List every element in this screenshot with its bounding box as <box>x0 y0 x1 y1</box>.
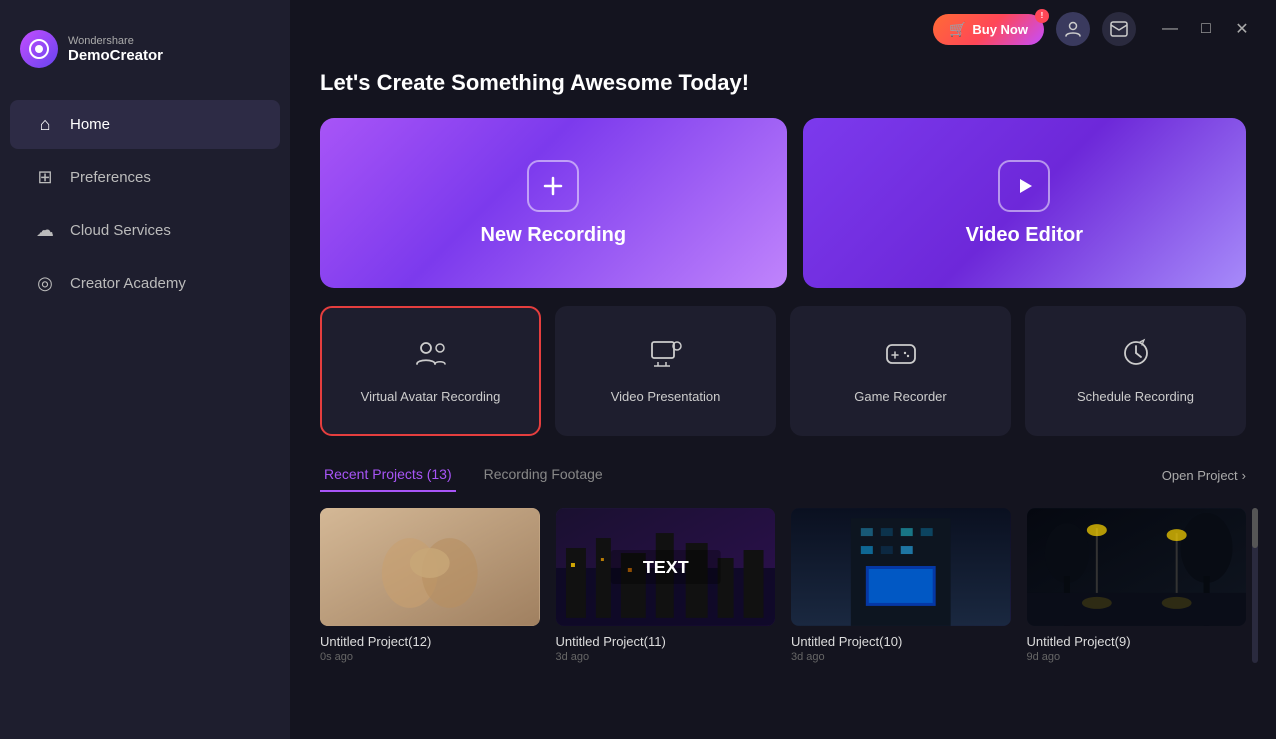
sidebar-label-preferences: Preferences <box>70 169 151 186</box>
user-account-button[interactable] <box>1056 12 1090 46</box>
video-editor-label: Video Editor <box>966 224 1083 247</box>
minimize-button[interactable]: — <box>1156 15 1184 43</box>
page-title: Let's Create Something Awesome Today! <box>320 70 1246 96</box>
schedule-recording-label: Schedule Recording <box>1077 389 1194 404</box>
maximize-button[interactable]: □ <box>1192 15 1220 43</box>
logo-area: Wondershare DemoCreator <box>0 20 290 98</box>
home-icon: ⌂ <box>34 114 56 135</box>
video-presentation-label: Video Presentation <box>611 389 721 404</box>
preferences-icon: ⊞ <box>34 167 56 188</box>
project-thumb-11: TEXT <box>556 508 776 626</box>
hero-cards: New Recording Video Editor <box>320 118 1246 288</box>
sidebar-item-preferences[interactable]: ⊞ Preferences <box>10 153 280 202</box>
project-name-12: Untitled Project(12) <box>320 634 540 649</box>
project-name-10: Untitled Project(10) <box>791 634 1011 649</box>
video-editor-icon <box>998 160 1050 212</box>
logo-icon <box>20 30 58 68</box>
project-card-10[interactable]: Untitled Project(10) 3d ago <box>791 508 1011 663</box>
sidebar-label-academy: Creator Academy <box>70 275 186 292</box>
sidebar-label-cloud: Cloud Services <box>70 222 171 239</box>
schedule-recording-card[interactable]: Schedule Recording <box>1025 306 1246 436</box>
project-card-9[interactable]: Untitled Project(9) 9d ago <box>1027 508 1247 663</box>
game-recorder-icon <box>883 338 919 375</box>
tab-recent-projects[interactable]: Recent Projects (13) <box>320 458 456 492</box>
project-thumb-10 <box>791 508 1011 626</box>
content-area: Let's Create Something Awesome Today! Ne… <box>290 50 1276 739</box>
topbar: 🛒 Buy Now ! — □ ✕ <box>913 0 1276 58</box>
virtual-avatar-icon <box>413 338 449 375</box>
game-recorder-label: Game Recorder <box>854 389 946 404</box>
project-thumb-9 <box>1027 508 1247 626</box>
cloud-icon: ☁ <box>34 220 56 241</box>
mail-button[interactable] <box>1102 12 1136 46</box>
schedule-recording-icon <box>1118 338 1154 375</box>
project-card-11[interactable]: TEXT Untitled Project(11) 3d ago <box>556 508 776 663</box>
virtual-avatar-card[interactable]: Virtual Avatar Recording <box>320 306 541 436</box>
window-controls: — □ ✕ <box>1156 15 1256 43</box>
project-thumb-12 <box>320 508 540 626</box>
open-project-link[interactable]: Open Project › <box>1162 468 1246 483</box>
sidebar-item-home[interactable]: ⌂ Home <box>10 100 280 149</box>
sidebar-label-home: Home <box>70 116 110 133</box>
new-recording-icon <box>527 160 579 212</box>
projects-scroll: Untitled Project(12) 0s ago <box>320 508 1246 663</box>
video-presentation-icon <box>648 338 684 375</box>
close-button[interactable]: ✕ <box>1228 15 1256 43</box>
logo-text: Wondershare DemoCreator <box>68 35 163 64</box>
buy-now-button[interactable]: 🛒 Buy Now ! <box>933 14 1044 45</box>
project-time-11: 3d ago <box>556 651 776 663</box>
project-time-9: 9d ago <box>1027 651 1247 663</box>
main-content: 🛒 Buy Now ! — □ ✕ Let's Create Something… <box>290 0 1276 739</box>
sidebar: Wondershare DemoCreator ⌂ Home ⊞ Prefere… <box>0 0 290 739</box>
virtual-avatar-label: Virtual Avatar Recording <box>361 389 501 404</box>
logo-subtitle: Wondershare <box>68 35 163 47</box>
tab-recording-footage[interactable]: Recording Footage <box>480 458 607 492</box>
academy-icon: ◎ <box>34 273 56 294</box>
sidebar-item-creator-academy[interactable]: ◎ Creator Academy <box>10 259 280 308</box>
buy-badge: ! <box>1035 9 1049 23</box>
project-name-11: Untitled Project(11) <box>556 634 776 649</box>
chevron-right-icon: › <box>1242 468 1246 483</box>
project-time-12: 0s ago <box>320 651 540 663</box>
sidebar-item-cloud-services[interactable]: ☁ Cloud Services <box>10 206 280 255</box>
logo-title: DemoCreator <box>68 47 163 64</box>
video-editor-card[interactable]: Video Editor <box>803 118 1246 288</box>
new-recording-label: New Recording <box>481 224 627 247</box>
buy-now-label: Buy Now <box>972 22 1028 37</box>
new-recording-card[interactable]: New Recording <box>320 118 787 288</box>
project-card-12[interactable]: Untitled Project(12) 0s ago <box>320 508 540 663</box>
project-time-10: 3d ago <box>791 651 1011 663</box>
tabs: Recent Projects (13) Recording Footage <box>320 458 631 492</box>
projects-grid: Untitled Project(12) 0s ago <box>320 508 1246 663</box>
project-name-9: Untitled Project(9) <box>1027 634 1247 649</box>
scrollbar[interactable] <box>1252 508 1258 663</box>
svg-text:TEXT: TEXT <box>642 557 688 577</box>
cart-icon: 🛒 <box>949 21 966 38</box>
scroll-thumb <box>1252 508 1258 548</box>
feature-cards: Virtual Avatar Recording Video Presentat… <box>320 306 1246 436</box>
game-recorder-card[interactable]: Game Recorder <box>790 306 1011 436</box>
tabs-row: Recent Projects (13) Recording Footage O… <box>320 458 1246 492</box>
video-presentation-card[interactable]: Video Presentation <box>555 306 776 436</box>
